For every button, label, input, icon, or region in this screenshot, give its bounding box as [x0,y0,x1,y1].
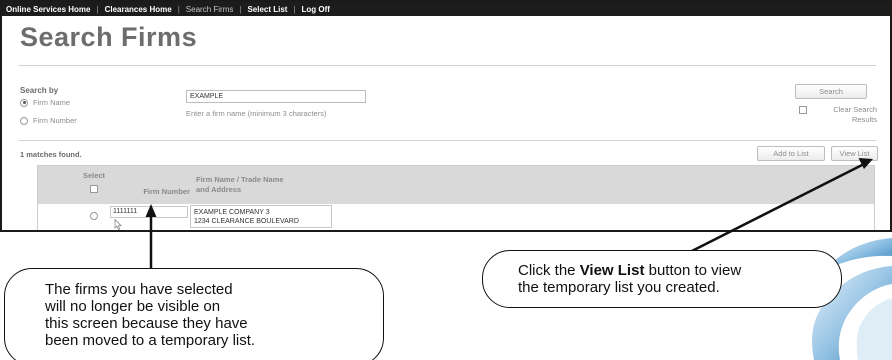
callout-right-bold: View List [579,262,645,279]
callout-left: The firms you have selected will no long… [4,268,384,360]
callout-left-line: been moved to a temporary list. [45,332,256,349]
callout-right: Click the View List button to view the t… [482,250,842,308]
callout-right-line2: the temporary list you created. [518,279,720,296]
callout-right-line1: Click the View List button to view [518,262,841,279]
callout-left-line: The firms you have selected [45,281,233,298]
callout-left-line: will no longer be visible on [45,298,221,315]
callout-left-line: this screen because they have [45,315,248,332]
callout-right-suffix: button to view [644,262,742,279]
callout-right-prefix: Click the [518,262,580,279]
